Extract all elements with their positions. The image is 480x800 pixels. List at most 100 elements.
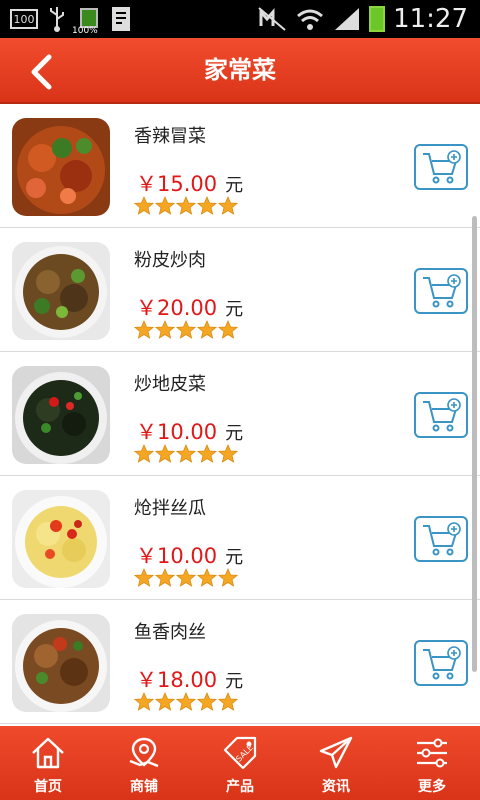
dish-name: 香辣冒菜 bbox=[134, 126, 206, 147]
nav-item-products[interactable]: SALE 产品 bbox=[192, 726, 288, 800]
nav-label: 更多 bbox=[418, 779, 446, 795]
star-icon bbox=[197, 568, 217, 587]
nav-label: 产品 bbox=[226, 779, 254, 795]
star-icon bbox=[134, 320, 154, 339]
price: ￥18.00 bbox=[136, 668, 218, 692]
dish-photo bbox=[12, 242, 110, 340]
status-bar: 100 100% 11:27 bbox=[0, 0, 480, 38]
cart-add-icon bbox=[423, 274, 461, 308]
star-icon bbox=[218, 196, 238, 215]
price: ￥20.00 bbox=[136, 296, 218, 320]
star-rating bbox=[134, 444, 238, 464]
mute-icon bbox=[258, 7, 286, 31]
price-row: ￥10.00 元 bbox=[136, 416, 243, 446]
usb-icon bbox=[50, 7, 64, 32]
add-to-cart-button[interactable] bbox=[414, 516, 468, 562]
star-icon bbox=[155, 692, 175, 711]
star-icon bbox=[176, 196, 196, 215]
price-row: ￥15.00 元 bbox=[136, 168, 243, 198]
star-icon bbox=[134, 196, 154, 215]
price: ￥10.00 bbox=[136, 420, 218, 444]
sliders-icon bbox=[417, 738, 447, 768]
star-icon bbox=[134, 568, 154, 587]
price-unit: 元 bbox=[225, 547, 244, 568]
star-icon bbox=[197, 444, 217, 463]
clock: 11:27 bbox=[393, 4, 468, 34]
price-row: ￥18.00 元 bbox=[136, 664, 243, 694]
add-to-cart-button[interactable] bbox=[414, 268, 468, 314]
home-icon bbox=[32, 737, 64, 769]
star-rating bbox=[134, 568, 238, 588]
dish-photo bbox=[12, 118, 110, 216]
price-unit: 元 bbox=[225, 671, 244, 692]
sale-tag-icon: SALE bbox=[223, 736, 257, 770]
cart-add-icon bbox=[423, 646, 461, 680]
nav-item-news[interactable]: 资讯 bbox=[288, 726, 384, 800]
document-icon bbox=[112, 7, 130, 31]
star-icon bbox=[155, 320, 175, 339]
star-icon bbox=[218, 444, 238, 463]
star-icon bbox=[155, 568, 175, 587]
dish-photo bbox=[12, 614, 110, 712]
paper-plane-icon bbox=[319, 736, 353, 769]
star-icon bbox=[197, 692, 217, 711]
list-item[interactable]: 炒地皮菜 ￥10.00 元 bbox=[0, 352, 480, 476]
dish-name: 粉皮炒肉 bbox=[134, 250, 206, 271]
price: ￥10.00 bbox=[136, 544, 218, 568]
list-item[interactable]: 粉皮炒肉 ￥20.00 元 bbox=[0, 228, 480, 352]
dish-name: 鱼香肉丝 bbox=[134, 622, 206, 643]
star-icon bbox=[176, 568, 196, 587]
star-rating bbox=[134, 196, 238, 216]
page-title: 家常菜 bbox=[204, 56, 276, 84]
star-icon bbox=[218, 568, 238, 587]
star-icon bbox=[176, 444, 196, 463]
battery-icon: 100% bbox=[72, 4, 100, 36]
star-icon bbox=[134, 692, 154, 711]
dish-photo bbox=[12, 366, 110, 464]
price-unit: 元 bbox=[225, 423, 244, 444]
star-icon bbox=[134, 444, 154, 463]
app-header: 家常菜 bbox=[0, 38, 480, 104]
dish-name: 炝拌丝瓜 bbox=[134, 498, 206, 519]
star-icon bbox=[176, 320, 196, 339]
add-to-cart-button[interactable] bbox=[414, 392, 468, 438]
price-row: ￥20.00 元 bbox=[136, 292, 243, 322]
star-icon bbox=[197, 320, 217, 339]
star-icon bbox=[176, 692, 196, 711]
nav-label: 首页 bbox=[34, 779, 62, 795]
list-item[interactable]: 炝拌丝瓜 ￥10.00 元 bbox=[0, 476, 480, 600]
signal-icon bbox=[335, 8, 360, 30]
map-pin-icon bbox=[129, 737, 159, 768]
storage-badge: 100 bbox=[10, 9, 38, 29]
price-row: ￥10.00 元 bbox=[136, 540, 243, 570]
bottom-nav: 首页 商铺 SALE 产品 资讯 更多 bbox=[0, 726, 480, 800]
scrollbar[interactable] bbox=[472, 216, 477, 672]
nav-label: 商铺 bbox=[130, 779, 158, 795]
add-to-cart-button[interactable] bbox=[414, 144, 468, 190]
price: ￥15.00 bbox=[136, 172, 218, 196]
list-item[interactable]: 鱼香肉丝 ￥18.00 元 bbox=[0, 600, 480, 724]
star-icon bbox=[218, 320, 238, 339]
battery-full-icon bbox=[369, 6, 386, 32]
star-icon bbox=[218, 692, 238, 711]
nav-item-more[interactable]: 更多 bbox=[384, 726, 480, 800]
nav-item-shops[interactable]: 商铺 bbox=[96, 726, 192, 800]
star-icon bbox=[197, 196, 217, 215]
dish-name: 炒地皮菜 bbox=[134, 374, 206, 395]
add-to-cart-button[interactable] bbox=[414, 640, 468, 686]
dish-list: 香辣冒菜 ￥15.00 元 粉皮炒肉 ￥20.00 元 炒地皮菜 ￥10.00 … bbox=[0, 104, 480, 726]
list-item[interactable]: 香辣冒菜 ￥15.00 元 bbox=[0, 104, 480, 228]
battery-percent: 100% bbox=[72, 26, 98, 36]
star-icon bbox=[155, 444, 175, 463]
nav-label: 资讯 bbox=[322, 779, 350, 795]
price-unit: 元 bbox=[225, 175, 244, 196]
star-rating bbox=[134, 692, 238, 712]
cart-add-icon bbox=[423, 398, 461, 432]
cart-add-icon bbox=[423, 150, 461, 184]
dish-photo bbox=[12, 490, 110, 588]
nav-item-home[interactable]: 首页 bbox=[0, 726, 96, 800]
price-unit: 元 bbox=[225, 299, 244, 320]
cart-add-icon bbox=[423, 522, 461, 556]
star-icon bbox=[155, 196, 175, 215]
star-rating bbox=[134, 320, 238, 340]
